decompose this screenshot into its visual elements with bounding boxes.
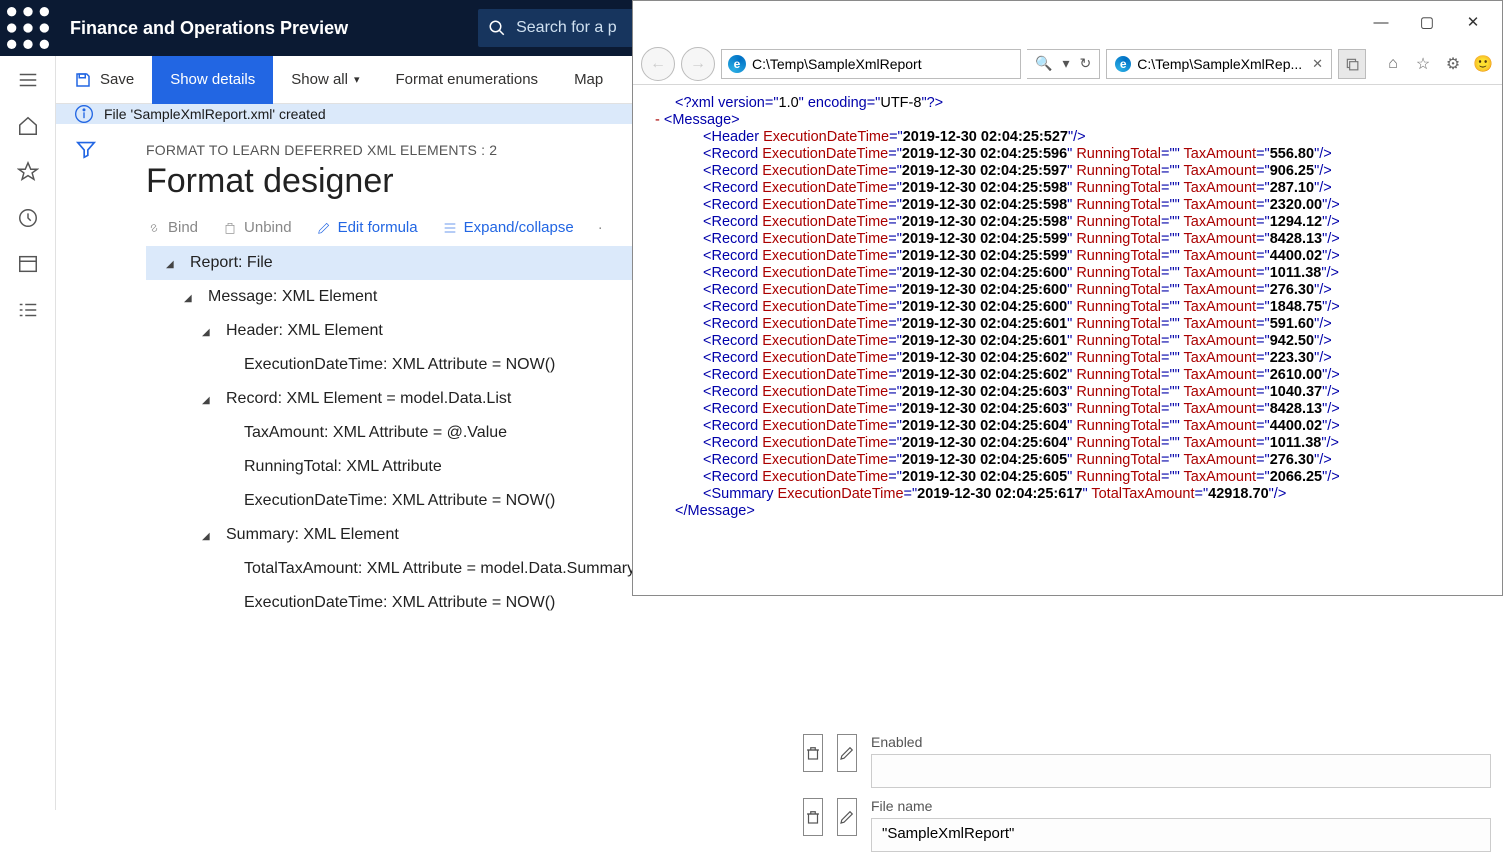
search-box[interactable]: Search for a p [478,9,635,47]
unbind-button[interactable]: Unbind [222,219,292,236]
info-message: File 'SampleXmlReport.xml' created [104,106,326,122]
funnel-icon[interactable] [75,138,97,160]
enabled-field-row: Enabled [783,724,1503,788]
edit-enabled-button[interactable] [837,734,857,772]
delete-filename-button[interactable] [803,798,823,836]
address-text: C:\Temp\SampleXmlReport [752,56,922,72]
app-title: Finance and Operations Preview [56,18,348,39]
back-button[interactable]: ← [641,47,675,81]
save-icon [74,71,92,89]
search-placeholder: Search for a p [516,19,617,37]
show-all-button[interactable]: Show all ▾ [273,56,377,104]
edit-formula-button[interactable]: Edit formula [316,219,418,236]
favorites-icon[interactable]: ☆ [1412,53,1434,75]
ie-right-icons: ⌂ ☆ ⚙ 🙂 [1382,53,1494,75]
clock-icon[interactable] [16,206,40,230]
save-label: Save [100,71,134,88]
filename-label: File name [871,798,1491,814]
tab-favicon-icon [1115,56,1131,72]
browser-tab[interactable]: C:\Temp\SampleXmlRep... ✕ [1106,49,1332,79]
modules-icon[interactable] [16,298,40,322]
format-enumerations-button[interactable]: Format enumerations [378,56,557,104]
filename-input[interactable]: "SampleXmlReport" [871,818,1491,852]
new-tab-button[interactable] [1338,49,1366,79]
search-icon [488,19,506,37]
minimize-button[interactable]: — [1358,6,1404,38]
refresh-icon[interactable]: ↻ [1079,55,1091,72]
left-nav-rail [0,56,56,810]
forward-button[interactable]: → [681,47,715,81]
app-launcher-icon[interactable] [0,0,56,56]
smiley-icon[interactable]: 🙂 [1472,53,1494,75]
enabled-input[interactable] [871,754,1491,788]
maximize-button[interactable]: ▢ [1404,6,1450,38]
ie-toolbar: ← → C:\Temp\SampleXmlReport 🔍▾ ↻ C:\Temp… [633,43,1502,85]
show-all-label: Show all [291,71,348,88]
filename-field-row: File name "SampleXmlReport" [783,788,1503,852]
address-bar[interactable]: C:\Temp\SampleXmlReport [721,49,1021,79]
address-actions: 🔍▾ ↻ [1027,49,1100,79]
tab-close-icon[interactable]: ✕ [1312,56,1323,72]
workspace-icon[interactable] [16,252,40,276]
close-button[interactable]: ✕ [1450,6,1496,38]
info-icon [74,104,94,124]
tab-title: C:\Temp\SampleXmlRep... [1137,56,1302,72]
filter-column [56,124,116,852]
xml-viewer: <?xml version="1.0" encoding="UTF-8"?>-<… [633,85,1502,538]
map-button[interactable]: Map [556,56,621,104]
hamburger-icon[interactable] [16,68,40,92]
more-button[interactable]: · [598,219,603,236]
home-icon[interactable]: ⌂ [1382,53,1404,75]
chevron-down-icon: ▾ [354,73,360,86]
home-icon[interactable] [16,114,40,138]
ie-titlebar[interactable]: — ▢ ✕ [633,1,1502,43]
expand-collapse-button[interactable]: Expand/collapse [442,219,574,236]
show-details-button[interactable]: Show details [152,56,273,104]
bind-button[interactable]: Bind [146,219,198,236]
search-dropdown-icon[interactable]: 🔍 [1035,55,1052,72]
ie-logo-icon [728,55,746,73]
star-icon[interactable] [16,160,40,184]
delete-enabled-button[interactable] [803,734,823,772]
settings-icon[interactable]: ⚙ [1442,53,1464,75]
enabled-label: Enabled [871,734,1491,750]
save-button[interactable]: Save [56,56,152,104]
ie-window: — ▢ ✕ ← → C:\Temp\SampleXmlReport 🔍▾ ↻ C… [632,0,1503,596]
edit-filename-button[interactable] [837,798,857,836]
